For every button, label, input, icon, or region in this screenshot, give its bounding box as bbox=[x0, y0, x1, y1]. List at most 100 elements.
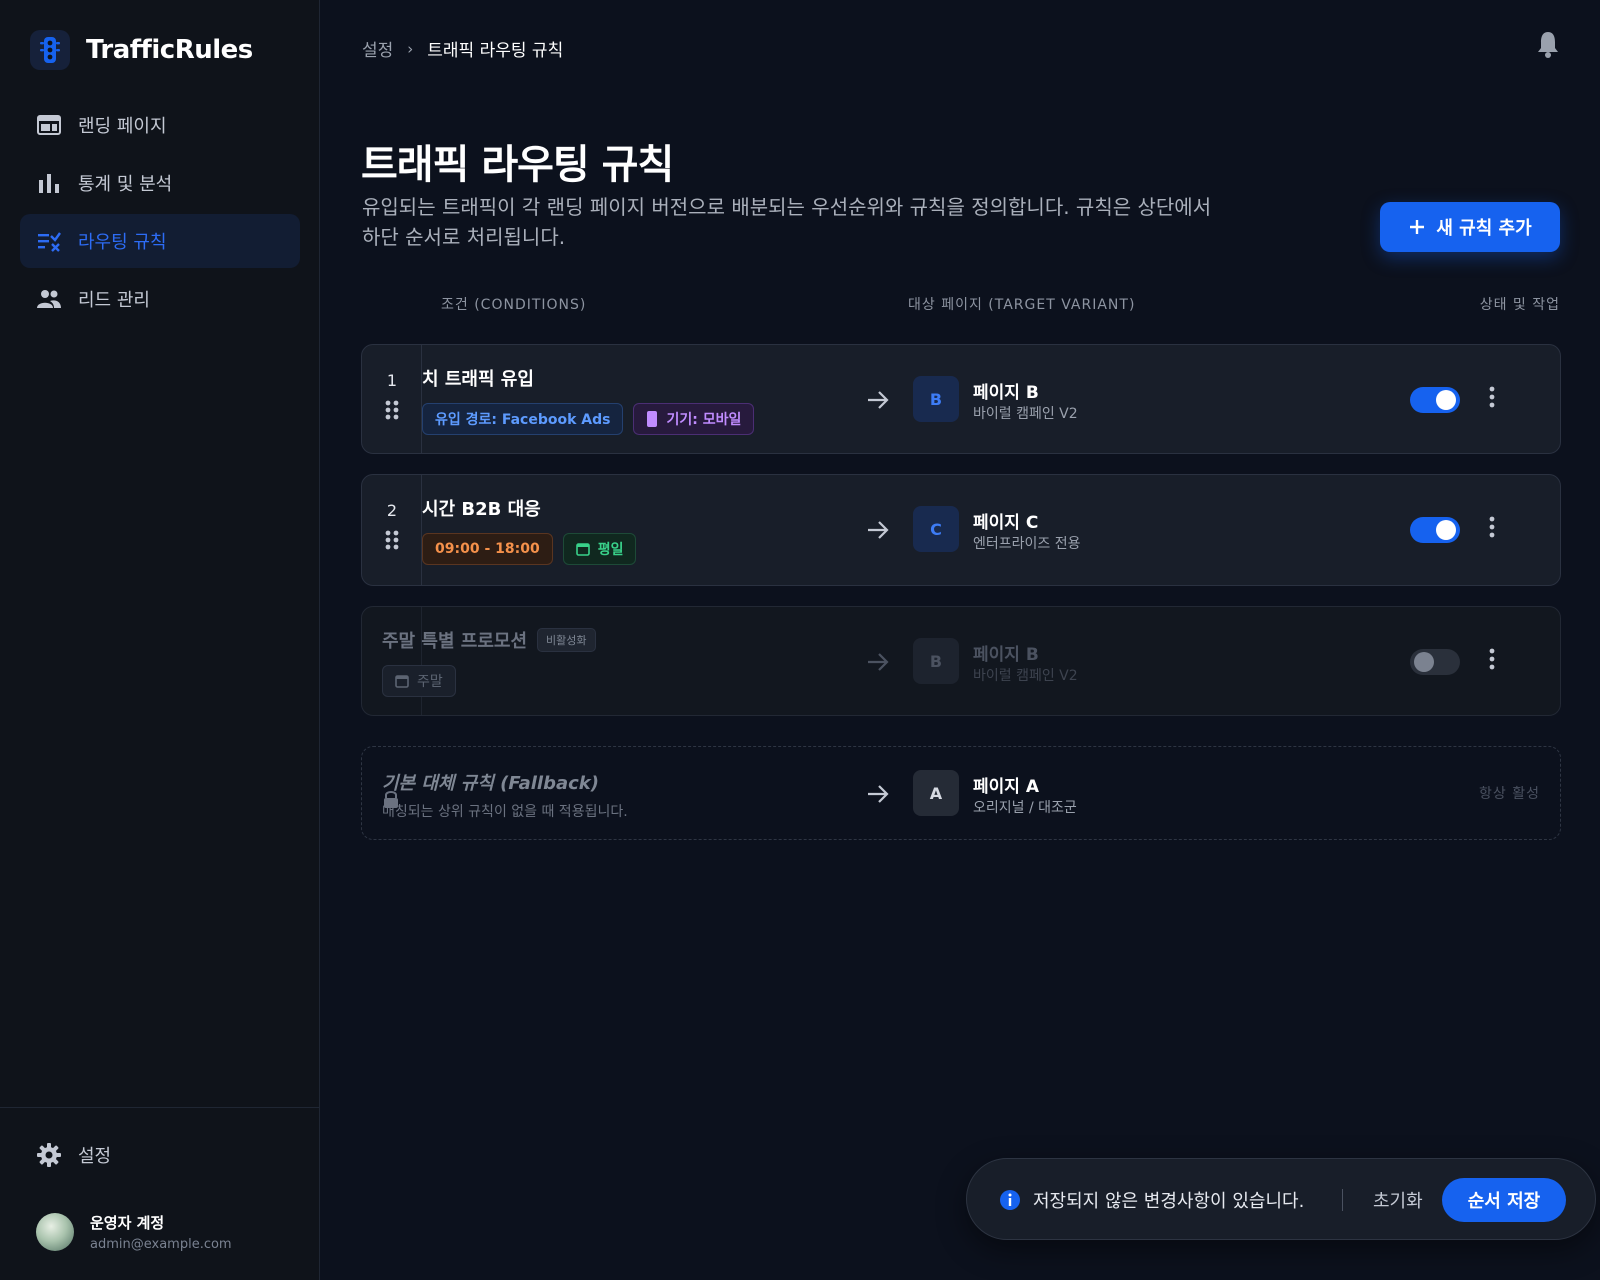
condition-tags: 주말 bbox=[382, 665, 822, 697]
rule-priority: 1 bbox=[386, 371, 398, 390]
breadcrumb-parent[interactable]: 설정 bbox=[362, 36, 393, 61]
variant-badge: B bbox=[913, 638, 959, 684]
plus-icon bbox=[1410, 220, 1425, 234]
main-content: 설정 › 트래픽 라우팅 규칙 트래픽 라우팅 규칙 유입되는 트래픽이 각 랜… bbox=[320, 0, 1600, 1280]
condition-tag: 기기: 모바일 bbox=[633, 403, 755, 435]
column-header-conditions: 조건 (CONDITIONS) bbox=[441, 297, 587, 313]
column-header-target: 대상 페이지 (TARGET VARIANT) bbox=[908, 297, 1136, 313]
condition-tags: 09:00 - 18:00 평일 bbox=[422, 533, 862, 565]
rule-title: 치 트래픽 유입 bbox=[422, 369, 534, 390]
rule-card[interactable]: 2 시간 B2B 대응 09:00 - 18:00 평일 C 페이지 C 엔터프… bbox=[361, 474, 1561, 586]
rule-toggle[interactable] bbox=[1410, 517, 1460, 543]
variant-description: 바이럴 캠페인 V2 bbox=[973, 406, 1078, 422]
rule-conditions: 시간 B2B 대응 09:00 - 18:00 평일 bbox=[422, 495, 862, 575]
variant-description: 오리지널 / 대조군 bbox=[973, 800, 1077, 816]
add-rule-button[interactable]: 새 규칙 추가 bbox=[1380, 202, 1560, 252]
user-name: 운영자 계정 bbox=[90, 1214, 165, 1232]
breadcrumb-separator: › bbox=[407, 39, 414, 58]
variant-badge: B bbox=[913, 376, 959, 422]
sidebar-nav: 랜딩 페이지 통계 및 분석 라우팅 규칙 리드 관리 bbox=[20, 98, 300, 330]
page-title: 트래픽 라우팅 규칙 bbox=[361, 142, 674, 188]
condition-tag: 09:00 - 18:00 bbox=[422, 533, 553, 565]
condition-tag: 평일 bbox=[562, 533, 637, 565]
bar-chart-icon bbox=[39, 174, 59, 193]
condition-tag: 유입 경로: Facebook Ads bbox=[422, 403, 624, 435]
drag-handle-icon[interactable] bbox=[384, 399, 400, 421]
variant-description: 엔터프라이즈 전용 bbox=[973, 536, 1081, 552]
traffic-light-icon bbox=[30, 30, 70, 70]
rule-title: 주말 특별 프로모션 bbox=[382, 631, 528, 652]
arrow-right-icon bbox=[868, 785, 889, 803]
unsaved-message: 저장되지 않은 변경사항이 있습니다. bbox=[1033, 1191, 1305, 1212]
user-profile[interactable]: 운영자 계정 admin@example.com bbox=[36, 1212, 232, 1252]
sidebar-item-routing-rules[interactable]: 라우팅 규칙 bbox=[20, 214, 300, 268]
info-icon bbox=[1000, 1190, 1020, 1210]
variant-name: 페이지 C bbox=[973, 513, 1039, 533]
divider bbox=[1342, 1189, 1343, 1211]
condition-tag-label: 주말 bbox=[417, 674, 443, 690]
arrow-right-icon bbox=[868, 391, 889, 409]
condition-tag-label: 09:00 - 18:00 bbox=[435, 541, 540, 557]
rule-toggle[interactable] bbox=[1410, 649, 1460, 675]
brand[interactable]: TrafficRules bbox=[30, 30, 253, 70]
condition-tag: 주말 bbox=[382, 665, 456, 697]
column-header-status: 상태 및 작업 bbox=[1479, 297, 1560, 313]
variant-description: 바이럴 캠페인 V2 bbox=[973, 668, 1078, 684]
reset-button[interactable]: 초기화 bbox=[1373, 1187, 1423, 1213]
brand-name: TrafficRules bbox=[86, 35, 253, 65]
fallback-status: 항상 활성 bbox=[1479, 786, 1540, 802]
save-order-button[interactable]: 순서 저장 bbox=[1442, 1178, 1566, 1222]
people-icon bbox=[37, 290, 61, 308]
variant-name: 페이지 B bbox=[973, 645, 1039, 665]
more-options-icon[interactable] bbox=[1488, 385, 1496, 409]
web-layout-icon bbox=[37, 115, 61, 135]
sidebar: TrafficRules 랜딩 페이지 통계 및 분석 라우팅 규칙 리드 관리… bbox=[0, 0, 320, 1280]
page-description: 유입되는 트래픽이 각 랜딩 페이지 버전으로 배분되는 우선순위와 규칙을 정… bbox=[362, 195, 1212, 249]
more-options-icon[interactable] bbox=[1488, 647, 1496, 671]
sidebar-item-settings[interactable]: 설정 bbox=[36, 1142, 111, 1168]
more-options-icon[interactable] bbox=[1488, 515, 1496, 539]
user-email: admin@example.com bbox=[90, 1237, 232, 1252]
sidebar-item-label: 라우팅 규칙 bbox=[78, 232, 167, 253]
fallback-title: 기본 대체 규칙 (Fallback) bbox=[382, 773, 600, 794]
variant-name: 페이지 B bbox=[973, 383, 1039, 403]
condition-tag-label: 기기: 모바일 bbox=[666, 412, 742, 428]
fallback-rule: 기본 대체 규칙 (Fallback) 매칭되는 상위 규칙이 없을 때 적용됩… bbox=[361, 746, 1561, 840]
drag-handle-icon[interactable] bbox=[384, 529, 400, 551]
rule-conditions: 주말 특별 프로모션 비활성화 주말 bbox=[382, 627, 822, 697]
bell-icon[interactable] bbox=[1536, 30, 1560, 62]
rule-list-icon bbox=[38, 232, 61, 252]
gear-icon bbox=[37, 1143, 61, 1167]
sidebar-item-label: 리드 관리 bbox=[78, 290, 150, 311]
breadcrumb-current: 트래픽 라우팅 규칙 bbox=[427, 41, 564, 61]
variant-badge: A bbox=[913, 770, 959, 816]
unsaved-changes-bar: 저장되지 않은 변경사항이 있습니다. 초기화 순서 저장 bbox=[966, 1158, 1596, 1240]
rule-title: 시간 B2B 대응 bbox=[422, 499, 541, 520]
calendar-icon bbox=[395, 675, 409, 688]
fallback-description: 매칭되는 상위 규칙이 없을 때 적용됩니다. bbox=[382, 804, 628, 820]
condition-tags: 유입 경로: Facebook Ads 기기: 모바일 bbox=[422, 403, 862, 435]
lock-icon bbox=[384, 791, 398, 808]
sidebar-footer: 설정 운영자 계정 admin@example.com bbox=[0, 1107, 320, 1252]
sidebar-item-landing-pages[interactable]: 랜딩 페이지 bbox=[20, 98, 300, 152]
condition-tag-label: 평일 bbox=[597, 542, 624, 558]
rule-conditions: 치 트래픽 유입 유입 경로: Facebook Ads 기기: 모바일 bbox=[422, 365, 862, 445]
variant-badge: C bbox=[913, 506, 959, 552]
sidebar-item-label: 랜딩 페이지 bbox=[78, 116, 167, 137]
arrow-right-icon bbox=[868, 653, 889, 671]
avatar bbox=[36, 1213, 74, 1251]
rule-card-disabled[interactable]: 주말 특별 프로모션 비활성화 주말 B 페이지 B 바이럴 캠페인 V2 bbox=[361, 606, 1561, 716]
settings-label: 설정 bbox=[78, 1146, 112, 1167]
sidebar-item-analytics[interactable]: 통계 및 분석 bbox=[20, 156, 300, 210]
rule-priority: 2 bbox=[386, 501, 398, 520]
breadcrumb: 설정 › 트래픽 라우팅 규칙 bbox=[362, 36, 564, 62]
condition-tag-label: 유입 경로: Facebook Ads bbox=[435, 412, 611, 428]
add-rule-label: 새 규칙 추가 bbox=[1436, 218, 1532, 239]
sidebar-item-leads[interactable]: 리드 관리 bbox=[20, 272, 300, 326]
variant-name: 페이지 A bbox=[973, 777, 1039, 797]
mobile-icon bbox=[647, 411, 658, 427]
sidebar-item-label: 통계 및 분석 bbox=[78, 174, 173, 195]
calendar-icon bbox=[575, 543, 590, 556]
rule-card[interactable]: 1 치 트래픽 유입 유입 경로: Facebook Ads 기기: 모바일 B… bbox=[361, 344, 1561, 454]
rule-toggle[interactable] bbox=[1410, 387, 1460, 413]
